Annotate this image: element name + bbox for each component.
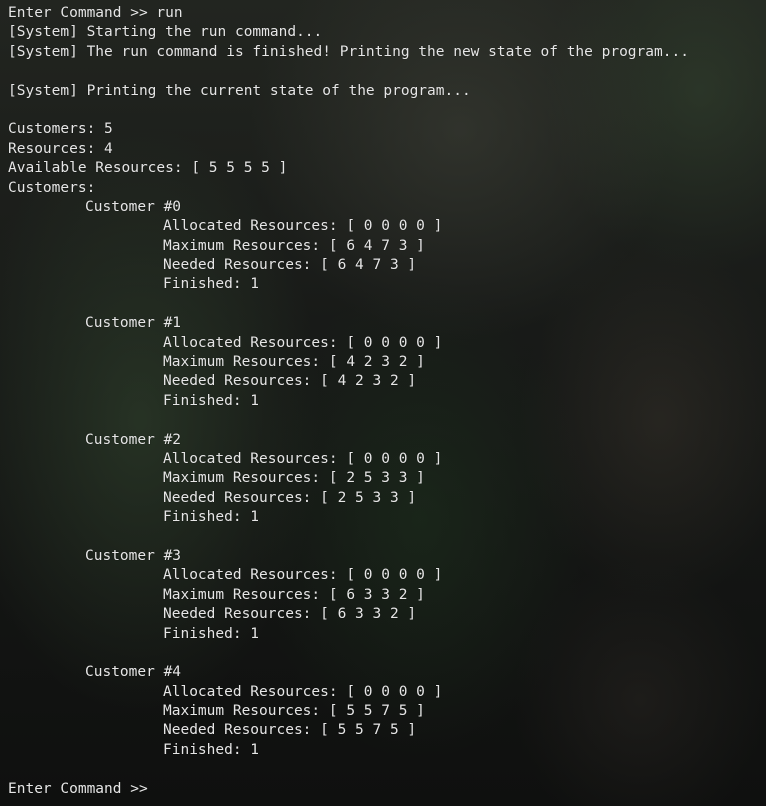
maximum-resources: Maximum Resources: [ 2 5 3 3 ] xyxy=(163,470,425,487)
customer-block: Customer #4 Allocated Resources: [ 0 0 0… xyxy=(8,663,766,779)
needed-resources: Needed Resources: [ 5 5 7 5 ] xyxy=(163,722,417,739)
command-prompt[interactable]: Enter Command >> xyxy=(8,780,766,799)
customer-name: Customer #3 xyxy=(85,547,182,564)
customer-block: Customer #1 Allocated Resources: [ 0 0 0… xyxy=(8,314,766,430)
command-line: Enter Command >> run xyxy=(8,5,183,21)
customer-name: Customer #1 xyxy=(85,315,182,332)
customer-block: Customer #3 Allocated Resources: [ 0 0 0… xyxy=(8,547,766,663)
allocated-resources: Allocated Resources: [ 0 0 0 0 ] xyxy=(163,567,443,584)
customers-header: Customers: xyxy=(8,179,96,196)
allocated-resources: Allocated Resources: [ 0 0 0 0 ] xyxy=(163,683,443,700)
maximum-resources: Maximum Resources: [ 6 4 7 3 ] xyxy=(163,237,425,254)
terminal-output[interactable]: Enter Command >> run [System] Starting t… xyxy=(8,4,766,799)
allocated-resources: Allocated Resources: [ 0 0 0 0 ] xyxy=(163,218,443,235)
customer-block: Customer #0 Allocated Resources: [ 0 0 0… xyxy=(8,198,766,314)
customer-block: Customer #2 Allocated Resources: [ 0 0 0… xyxy=(8,431,766,547)
customer-name: Customer #4 xyxy=(85,664,182,681)
system-message: [System] The run command is finished! Pr… xyxy=(8,43,689,60)
maximum-resources: Maximum Resources: [ 5 5 7 5 ] xyxy=(163,703,425,720)
maximum-resources: Maximum Resources: [ 4 2 3 2 ] xyxy=(163,354,425,371)
system-message: [System] Starting the run command... xyxy=(8,24,323,41)
finished-status: Finished: 1 xyxy=(163,276,260,293)
customer-name: Customer #0 xyxy=(85,198,182,215)
needed-resources: Needed Resources: [ 2 5 3 3 ] xyxy=(163,489,417,506)
needed-resources: Needed Resources: [ 6 4 7 3 ] xyxy=(163,257,417,274)
available-resources: Available Resources: [ 5 5 5 5 ] xyxy=(8,160,288,177)
resources-count: Resources: 4 xyxy=(8,140,113,157)
allocated-resources: Allocated Resources: [ 0 0 0 0 ] xyxy=(163,334,443,351)
needed-resources: Needed Resources: [ 4 2 3 2 ] xyxy=(163,373,417,390)
allocated-resources: Allocated Resources: [ 0 0 0 0 ] xyxy=(163,450,443,467)
needed-resources: Needed Resources: [ 6 3 3 2 ] xyxy=(163,606,417,623)
system-message: [System] Printing the current state of t… xyxy=(8,82,471,99)
finished-status: Finished: 1 xyxy=(163,741,260,758)
maximum-resources: Maximum Resources: [ 6 3 3 2 ] xyxy=(163,586,425,603)
finished-status: Finished: 1 xyxy=(163,392,260,409)
customers-count: Customers: 5 xyxy=(8,121,113,138)
finished-status: Finished: 1 xyxy=(163,625,260,642)
finished-status: Finished: 1 xyxy=(163,509,260,526)
customer-name: Customer #2 xyxy=(85,431,182,448)
